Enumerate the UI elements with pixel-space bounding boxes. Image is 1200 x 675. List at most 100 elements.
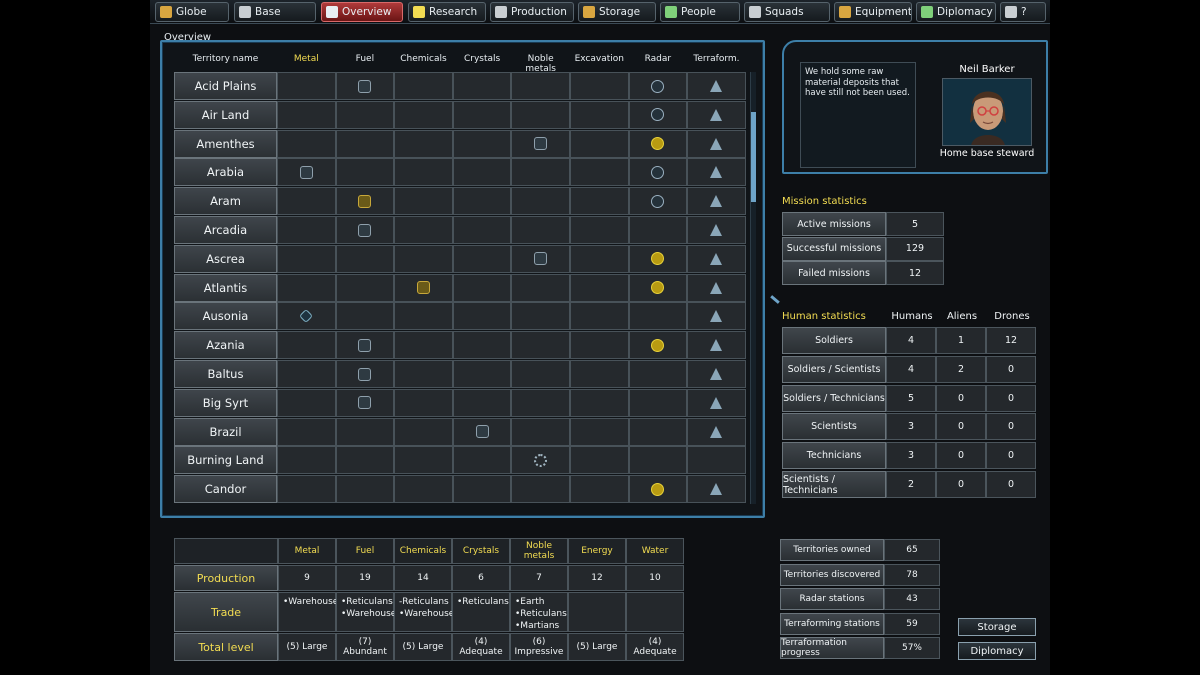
territory-excavation-cell[interactable]: [569, 244, 629, 273]
territory-terraform-cell[interactable]: [687, 417, 746, 446]
territory-chemicals-cell[interactable]: [394, 388, 453, 417]
territory-metal-cell[interactable]: [277, 475, 336, 504]
territory-radar-cell[interactable]: [628, 417, 688, 446]
territory-chemicals-cell[interactable]: [394, 187, 453, 216]
territory-fuel-cell[interactable]: [335, 273, 395, 302]
menu-tab-base[interactable]: Base: [234, 2, 316, 22]
territory-row[interactable]: Air Land: [174, 100, 748, 129]
territory-name[interactable]: Ascrea: [174, 244, 277, 273]
storage-button[interactable]: Storage: [958, 618, 1036, 636]
territory-radar-cell[interactable]: [628, 475, 688, 504]
territory-terraform-cell[interactable]: [687, 216, 746, 244]
territory-excavation-cell[interactable]: [569, 475, 629, 504]
territory-radar-cell[interactable]: [628, 360, 688, 388]
territory-excavation-cell[interactable]: [569, 187, 629, 216]
territory-fuel-cell[interactable]: [335, 100, 395, 129]
territory-radar-cell[interactable]: [628, 72, 688, 100]
territory-fuel-cell[interactable]: [335, 417, 395, 446]
menu-tab-squads[interactable]: Squads: [744, 2, 830, 22]
territory-radar-cell[interactable]: [628, 158, 688, 187]
territory-crystals-cell[interactable]: [452, 273, 512, 302]
territory-terraform-cell[interactable]: [687, 129, 746, 158]
territory-crystals-cell[interactable]: [452, 388, 512, 417]
territory-terraform-cell[interactable]: [687, 475, 746, 504]
territory-crystals-cell[interactable]: [452, 244, 512, 273]
territory-noble-cell[interactable]: [511, 216, 570, 244]
territory-noble-cell[interactable]: [511, 302, 570, 331]
territory-fuel-cell[interactable]: [335, 72, 395, 100]
territory-excavation-cell[interactable]: [569, 417, 629, 446]
territory-noble-cell[interactable]: [511, 360, 570, 388]
territory-crystals-cell[interactable]: [452, 475, 512, 504]
territory-excavation-cell[interactable]: [569, 216, 629, 244]
territory-noble-cell[interactable]: [511, 158, 570, 187]
territory-crystals-cell[interactable]: [452, 187, 512, 216]
territory-fuel-cell[interactable]: [335, 158, 395, 187]
territory-fuel-cell[interactable]: [335, 244, 395, 273]
menu-tab-diplomacy[interactable]: Diplomacy: [916, 2, 996, 22]
territory-row[interactable]: Big Syrt: [174, 388, 748, 417]
territory-crystals-cell[interactable]: [452, 302, 512, 331]
territory-radar-cell[interactable]: [628, 100, 688, 129]
territory-fuel-cell[interactable]: [335, 187, 395, 216]
territory-chemicals-cell[interactable]: [394, 331, 453, 360]
territory-excavation-cell[interactable]: [569, 302, 629, 331]
territory-chemicals-cell[interactable]: [394, 100, 453, 129]
territory-fuel-cell[interactable]: [335, 129, 395, 158]
territory-name[interactable]: Burning Land: [174, 446, 277, 475]
territory-row[interactable]: Brazil: [174, 417, 748, 446]
territory-row[interactable]: Arcadia: [174, 216, 748, 244]
territory-noble-cell[interactable]: [511, 475, 570, 504]
territory-radar-cell[interactable]: [628, 187, 688, 216]
territory-crystals-cell[interactable]: [452, 360, 512, 388]
territory-fuel-cell[interactable]: [335, 302, 395, 331]
territory-row[interactable]: Arabia: [174, 158, 748, 187]
territory-excavation-cell[interactable]: [569, 446, 629, 475]
territory-fuel-cell[interactable]: [335, 475, 395, 504]
territory-excavation-cell[interactable]: [569, 360, 629, 388]
territory-crystals-cell[interactable]: [452, 417, 512, 446]
territory-chemicals-cell[interactable]: [394, 417, 453, 446]
territory-excavation-cell[interactable]: [569, 129, 629, 158]
territory-noble-cell[interactable]: [511, 244, 570, 273]
territory-noble-cell[interactable]: [511, 331, 570, 360]
territory-noble-cell[interactable]: [511, 388, 570, 417]
territory-radar-cell[interactable]: [628, 388, 688, 417]
territory-fuel-cell[interactable]: [335, 446, 395, 475]
territory-chemicals-cell[interactable]: [394, 72, 453, 100]
territory-excavation-cell[interactable]: [569, 158, 629, 187]
territory-name[interactable]: Ausonia: [174, 302, 277, 331]
territory-row[interactable]: Burning Land: [174, 446, 748, 475]
territory-row[interactable]: Amenthes: [174, 129, 748, 158]
territory-metal-cell[interactable]: [277, 302, 336, 331]
territory-metal-cell[interactable]: [277, 388, 336, 417]
territory-excavation-cell[interactable]: [569, 72, 629, 100]
territory-noble-cell[interactable]: [511, 187, 570, 216]
territory-name[interactable]: Arabia: [174, 158, 277, 187]
menu-tab-storage[interactable]: Storage: [578, 2, 656, 22]
territory-metal-cell[interactable]: [277, 417, 336, 446]
territory-name[interactable]: Amenthes: [174, 129, 277, 158]
territory-terraform-cell[interactable]: [687, 273, 746, 302]
territory-row[interactable]: Aram: [174, 187, 748, 216]
menu-tab-globe[interactable]: Globe: [155, 2, 229, 22]
territory-terraform-cell[interactable]: [687, 100, 746, 129]
territory-row[interactable]: Azania: [174, 331, 748, 360]
territory-radar-cell[interactable]: [628, 216, 688, 244]
territory-fuel-cell[interactable]: [335, 216, 395, 244]
territory-metal-cell[interactable]: [277, 216, 336, 244]
territory-terraform-cell[interactable]: [687, 331, 746, 360]
territory-row[interactable]: Baltus: [174, 360, 748, 388]
territory-name[interactable]: Atlantis: [174, 273, 277, 302]
territory-name[interactable]: Brazil: [174, 417, 277, 446]
territory-fuel-cell[interactable]: [335, 360, 395, 388]
menu-tab-help[interactable]: ?: [1000, 2, 1046, 22]
territory-noble-cell[interactable]: [511, 129, 570, 158]
territory-name[interactable]: Arcadia: [174, 216, 277, 244]
territory-chemicals-cell[interactable]: [394, 273, 453, 302]
territory-radar-cell[interactable]: [628, 302, 688, 331]
territory-excavation-cell[interactable]: [569, 331, 629, 360]
territory-name[interactable]: Azania: [174, 331, 277, 360]
territory-row[interactable]: Ascrea: [174, 244, 748, 273]
territory-terraform-cell[interactable]: [687, 244, 746, 273]
